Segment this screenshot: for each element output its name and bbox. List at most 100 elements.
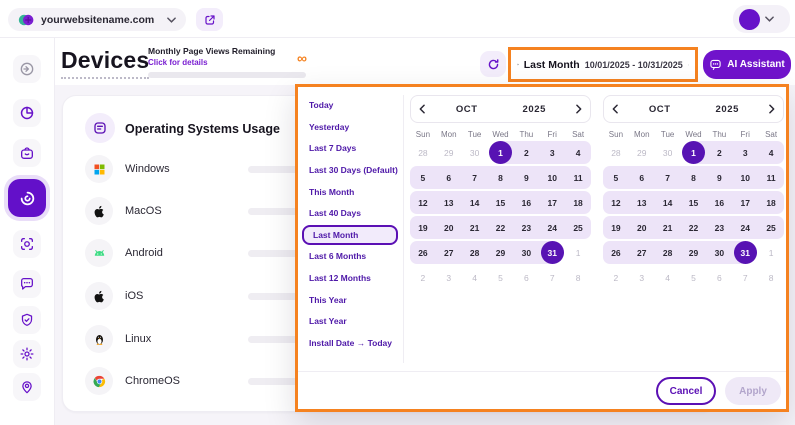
day-cell-4[interactable]: 4 xyxy=(655,266,681,289)
sidebar-item-profile[interactable] xyxy=(13,373,41,401)
day-cell-6[interactable]: 6 xyxy=(629,166,655,189)
preset-this-month[interactable]: This Month xyxy=(298,182,402,202)
sidebar-item-settings[interactable] xyxy=(13,340,41,368)
day-cell-14[interactable]: 14 xyxy=(655,191,681,214)
preset-last-year[interactable]: Last Year xyxy=(298,311,402,331)
day-cell-2[interactable]: 2 xyxy=(513,141,539,164)
day-cell-16[interactable]: 16 xyxy=(706,191,732,214)
day-cell-10[interactable]: 10 xyxy=(539,166,565,189)
day-cell-26[interactable]: 26 xyxy=(410,241,436,264)
day-cell-29[interactable]: 29 xyxy=(436,141,462,164)
day-cell-7[interactable]: 7 xyxy=(539,266,565,289)
day-cell-15[interactable]: 15 xyxy=(681,191,707,214)
day-cell-31[interactable]: 31 xyxy=(539,241,565,264)
day-cell-21[interactable]: 21 xyxy=(655,216,681,239)
day-cell-28[interactable]: 28 xyxy=(462,241,488,264)
day-cell-4[interactable]: 4 xyxy=(758,141,784,164)
day-cell-30[interactable]: 30 xyxy=(706,241,732,264)
sidebar-item-collapse[interactable] xyxy=(13,55,41,83)
next-month-button[interactable] xyxy=(761,96,783,122)
preset-last-6-months[interactable]: Last 6 Months xyxy=(298,246,402,266)
day-cell-28[interactable]: 28 xyxy=(655,241,681,264)
day-cell-8[interactable]: 8 xyxy=(488,166,514,189)
day-cell-26[interactable]: 26 xyxy=(603,241,629,264)
day-cell-10[interactable]: 10 xyxy=(732,166,758,189)
day-cell-1[interactable]: 1 xyxy=(488,141,514,164)
day-cell-13[interactable]: 13 xyxy=(436,191,462,214)
day-cell-9[interactable]: 9 xyxy=(706,166,732,189)
sidebar-item-devices[interactable] xyxy=(8,179,46,217)
usage-details-link[interactable]: Click for details xyxy=(148,58,308,67)
ai-assistant-button[interactable]: AI Assistant xyxy=(703,50,791,79)
open-site-button[interactable] xyxy=(196,8,223,31)
day-cell-11[interactable]: 11 xyxy=(758,166,784,189)
day-cell-18[interactable]: 18 xyxy=(565,191,591,214)
next-month-button[interactable] xyxy=(568,96,590,122)
day-cell-7[interactable]: 7 xyxy=(732,266,758,289)
sidebar-item-scan[interactable] xyxy=(13,230,41,258)
preset-yesterday[interactable]: Yesterday xyxy=(298,117,402,137)
day-cell-31[interactable]: 31 xyxy=(732,241,758,264)
day-cell-5[interactable]: 5 xyxy=(410,166,436,189)
day-cell-25[interactable]: 25 xyxy=(565,216,591,239)
sidebar-item-security[interactable] xyxy=(13,306,41,334)
prev-month-button[interactable] xyxy=(411,96,433,122)
day-cell-3[interactable]: 3 xyxy=(732,141,758,164)
day-cell-27[interactable]: 27 xyxy=(629,241,655,264)
day-cell-11[interactable]: 11 xyxy=(565,166,591,189)
day-cell-30[interactable]: 30 xyxy=(462,141,488,164)
sidebar-item-feedback[interactable] xyxy=(13,270,41,298)
day-cell-4[interactable]: 4 xyxy=(565,141,591,164)
day-cell-23[interactable]: 23 xyxy=(513,216,539,239)
day-cell-18[interactable]: 18 xyxy=(758,191,784,214)
day-cell-5[interactable]: 5 xyxy=(603,166,629,189)
day-cell-19[interactable]: 19 xyxy=(603,216,629,239)
day-cell-8[interactable]: 8 xyxy=(681,166,707,189)
day-cell-1[interactable]: 1 xyxy=(681,141,707,164)
day-cell-6[interactable]: 6 xyxy=(513,266,539,289)
day-cell-6[interactable]: 6 xyxy=(436,166,462,189)
day-cell-25[interactable]: 25 xyxy=(758,216,784,239)
day-cell-22[interactable]: 22 xyxy=(488,216,514,239)
date-range-selector[interactable]: Last Month 10/01/2025 - 10/31/2025 xyxy=(508,47,698,82)
day-cell-14[interactable]: 14 xyxy=(462,191,488,214)
day-cell-8[interactable]: 8 xyxy=(565,266,591,289)
preset-last-40-days[interactable]: Last 40 Days xyxy=(298,203,402,223)
day-cell-4[interactable]: 4 xyxy=(462,266,488,289)
preset-today[interactable]: Today xyxy=(298,95,402,115)
sidebar-item-analytics[interactable] xyxy=(13,99,41,127)
day-cell-23[interactable]: 23 xyxy=(706,216,732,239)
preset-this-year[interactable]: This Year xyxy=(298,290,402,310)
day-cell-2[interactable]: 2 xyxy=(706,141,732,164)
apply-button[interactable]: Apply xyxy=(725,377,781,405)
day-cell-29[interactable]: 29 xyxy=(629,141,655,164)
user-menu[interactable] xyxy=(733,5,790,33)
day-cell-1[interactable]: 1 xyxy=(565,241,591,264)
day-cell-8[interactable]: 8 xyxy=(758,266,784,289)
day-cell-17[interactable]: 17 xyxy=(539,191,565,214)
day-cell-19[interactable]: 19 xyxy=(410,216,436,239)
day-cell-27[interactable]: 27 xyxy=(436,241,462,264)
day-cell-28[interactable]: 28 xyxy=(603,141,629,164)
day-cell-24[interactable]: 24 xyxy=(732,216,758,239)
day-cell-12[interactable]: 12 xyxy=(603,191,629,214)
refresh-button[interactable] xyxy=(480,51,506,77)
day-cell-29[interactable]: 29 xyxy=(681,241,707,264)
day-cell-9[interactable]: 9 xyxy=(513,166,539,189)
day-cell-30[interactable]: 30 xyxy=(655,141,681,164)
day-cell-21[interactable]: 21 xyxy=(462,216,488,239)
preset-last-7-days[interactable]: Last 7 Days xyxy=(298,138,402,158)
day-cell-5[interactable]: 5 xyxy=(681,266,707,289)
day-cell-3[interactable]: 3 xyxy=(629,266,655,289)
day-cell-1[interactable]: 1 xyxy=(758,241,784,264)
day-cell-28[interactable]: 28 xyxy=(410,141,436,164)
sidebar-item-products[interactable] xyxy=(13,139,41,167)
day-cell-3[interactable]: 3 xyxy=(436,266,462,289)
day-cell-22[interactable]: 22 xyxy=(681,216,707,239)
day-cell-24[interactable]: 24 xyxy=(539,216,565,239)
preset-last-month[interactable]: Last Month xyxy=(302,225,398,245)
day-cell-6[interactable]: 6 xyxy=(706,266,732,289)
day-cell-16[interactable]: 16 xyxy=(513,191,539,214)
preset-last-30-days-default-[interactable]: Last 30 Days (Default) xyxy=(298,160,402,180)
day-cell-7[interactable]: 7 xyxy=(462,166,488,189)
